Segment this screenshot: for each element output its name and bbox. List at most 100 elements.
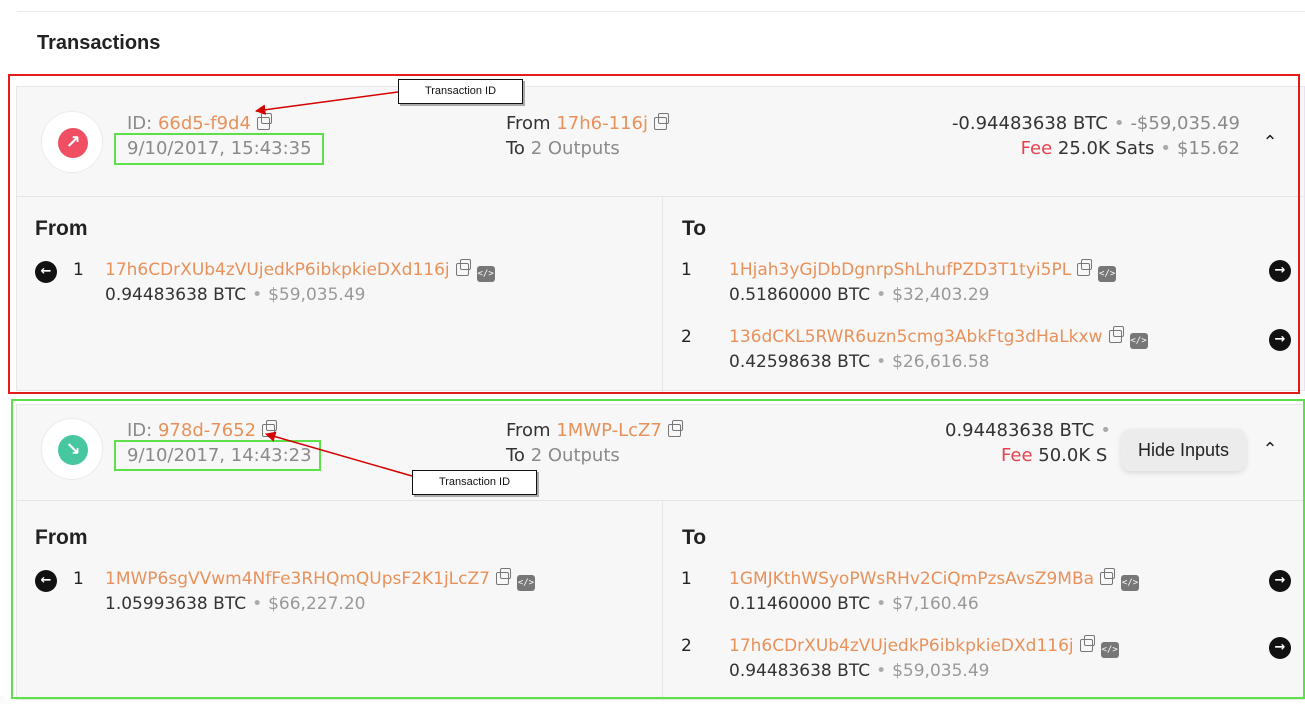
transaction-card: ↗ ID: 66d5-f9d4 9/10/2017, 15:43:35 From… <box>16 86 1305 392</box>
transaction-id-callout: Transaction ID <box>398 79 523 104</box>
input-address-link[interactable]: 1MWP6sgVVwm4NfFe3RHQmQUpsF2K1jLcZ7 <box>105 569 490 589</box>
output-amount: 0.94483638 BTC • $59,035.49 <box>729 661 990 681</box>
copy-icon[interactable] <box>455 259 471 276</box>
outputs-title: To <box>682 217 707 240</box>
transaction-id-row: ID: 66d5-f9d4 <box>127 113 272 135</box>
code-icon[interactable]: </> <box>1100 642 1119 658</box>
transaction-datetime: 9/10/2017, 15:43:35 <box>127 138 312 159</box>
output-amount: 0.11460000 BTC • $7,160.46 <box>729 594 979 614</box>
amount-row: -0.94483638 BTC • -$59,035.49 <box>951 113 1240 134</box>
outputs-count: 2 Outputs <box>530 445 620 466</box>
output-index: 2 <box>681 327 692 347</box>
copy-icon[interactable] <box>667 420 683 437</box>
amount-btc: 0.94483638 BTC <box>945 420 1095 441</box>
amount-usd: -$59,035.49 <box>1130 113 1240 134</box>
code-icon[interactable]: </> <box>476 266 495 282</box>
output-address-link[interactable]: 136dCKL5RWR6uzn5cmg3AbkFtg3dHaLkxw <box>729 327 1103 347</box>
column-divider <box>662 501 663 701</box>
code-icon[interactable]: </> <box>1098 266 1117 282</box>
hide-inputs-tooltip: Hide Inputs <box>1121 429 1246 471</box>
arrow-left-circle-icon[interactable]: ← <box>35 261 57 283</box>
amount-btc: -0.94483638 BTC <box>951 113 1108 134</box>
fee-row: Fee 25.0K Sats • $15.62 <box>1020 138 1240 159</box>
output-address-link[interactable]: 1GMJKthWSyoPWsRHv2CiQmPzsAvsZ9MBa <box>729 569 1094 589</box>
output-btc: 0.51860000 BTC <box>729 285 871 305</box>
input-usd: $66,227.20 <box>268 594 366 614</box>
copy-icon[interactable] <box>1079 635 1095 652</box>
copy-icon[interactable] <box>653 113 669 130</box>
copy-icon[interactable] <box>1100 568 1116 585</box>
inputs-title: From <box>35 217 88 240</box>
copy-icon[interactable] <box>495 568 511 585</box>
transaction-header[interactable]: ↗ ID: 66d5-f9d4 9/10/2017, 15:43:35 From… <box>17 87 1304 197</box>
input-address-link[interactable]: 17h6CDrXUb4zVUjedkP6ibkpkieDXd116j <box>105 260 450 280</box>
copy-icon[interactable] <box>1108 326 1124 343</box>
outputs-count: 2 Outputs <box>530 138 620 159</box>
input-index: 1 <box>73 260 84 280</box>
copy-icon[interactable] <box>256 113 272 130</box>
input-index: 1 <box>73 569 84 589</box>
from-label: From <box>506 420 551 441</box>
input-usd: $59,035.49 <box>268 285 366 305</box>
copy-icon[interactable] <box>262 420 278 437</box>
code-icon[interactable]: </> <box>516 575 535 591</box>
amount-row: 0.94483638 BTC • <box>945 420 1111 441</box>
arrow-right-circle-icon[interactable]: → <box>1269 260 1291 282</box>
id-label: ID: <box>127 420 153 441</box>
from-address-short[interactable]: 17h6-116j <box>556 113 648 134</box>
direction-badge: ↗ <box>41 111 103 173</box>
transaction-details: From ← 1 1MWP6sgVVwm4NfFe3RHQmQUpsF2K1jL… <box>17 501 1304 701</box>
input-amount: 1.05993638 BTC • $66,227.20 <box>105 594 366 614</box>
output-address-row: 1GMJKthWSyoPWsRHv2CiQmPzsAvsZ9MBa </> <box>729 568 1140 591</box>
fee-sats: 25.0K Sats <box>1057 138 1155 159</box>
transaction-id-link[interactable]: 978d-7652 <box>158 420 256 441</box>
output-usd: $32,403.29 <box>892 285 990 305</box>
output-address-link[interactable]: 1Hjah3yGjDbDgnrpShLhufPZD3T1tyi5PL <box>729 260 1071 280</box>
transaction-header[interactable]: ↘ ID: 978d-7652 9/10/2017, 14:43:23 From… <box>17 405 1304 501</box>
output-btc: 0.11460000 BTC <box>729 594 871 614</box>
output-usd: $59,035.49 <box>892 661 990 681</box>
output-btc: 0.42598638 BTC <box>729 352 871 372</box>
transaction-id-callout: Transaction ID <box>412 470 537 495</box>
arrow-down-right-icon: ↘ <box>58 435 88 465</box>
chevron-up-icon[interactable]: ⌃ <box>1260 133 1280 153</box>
arrow-right-circle-icon[interactable]: → <box>1269 329 1291 351</box>
fee-usd: $15.62 <box>1177 138 1240 159</box>
fee-label: Fee <box>1020 138 1053 159</box>
copy-icon[interactable] <box>1077 259 1093 276</box>
output-btc: 0.94483638 BTC <box>729 661 871 681</box>
output-amount: 0.42598638 BTC • $26,616.58 <box>729 352 990 372</box>
output-index: 1 <box>681 569 692 589</box>
to-label: To <box>506 138 525 159</box>
fee-row: Fee 50.0K S <box>1001 445 1107 467</box>
fee-label: Fee <box>1001 445 1033 466</box>
input-address-row: 1MWP6sgVVwm4NfFe3RHQmQUpsF2K1jLcZ7 </> <box>105 568 535 591</box>
transaction-card: ↘ ID: 978d-7652 9/10/2017, 14:43:23 From… <box>16 404 1305 701</box>
transaction-id-row: ID: 978d-7652 <box>127 420 278 442</box>
chevron-up-icon[interactable]: ⌃ <box>1260 440 1280 460</box>
top-divider <box>17 0 1305 12</box>
id-label: ID: <box>127 113 153 134</box>
input-btc: 1.05993638 BTC <box>105 594 247 614</box>
arrow-right-circle-icon[interactable]: → <box>1269 637 1291 659</box>
from-address-short[interactable]: 1MWP-LcZ7 <box>556 420 661 441</box>
output-usd: $7,160.46 <box>892 594 979 614</box>
arrow-right-circle-icon[interactable]: → <box>1269 570 1291 592</box>
from-summary: From 1MWP-LcZ7 <box>506 420 683 442</box>
input-amount: 0.94483638 BTC • $59,035.49 <box>105 285 366 305</box>
from-summary: From 17h6-116j <box>506 113 669 135</box>
transaction-datetime: 9/10/2017, 14:43:23 <box>127 445 312 466</box>
code-icon[interactable]: </> <box>1129 333 1148 349</box>
transaction-details: From ← 1 17h6CDrXUb4zVUjedkP6ibkpkieDXd1… <box>17 197 1304 392</box>
arrow-left-circle-icon[interactable]: ← <box>35 570 57 592</box>
output-index: 2 <box>681 636 692 656</box>
outputs-title: To <box>682 526 707 549</box>
to-summary: To 2 Outputs <box>506 138 620 160</box>
code-icon[interactable]: </> <box>1121 575 1140 591</box>
to-label: To <box>506 445 525 466</box>
output-address-link[interactable]: 17h6CDrXUb4zVUjedkP6ibkpkieDXd116j <box>729 636 1074 656</box>
transaction-id-link[interactable]: 66d5-f9d4 <box>158 113 251 134</box>
direction-badge: ↘ <box>41 418 103 480</box>
output-address-row: 136dCKL5RWR6uzn5cmg3AbkFtg3dHaLkxw </> <box>729 326 1148 349</box>
output-address-row: 1Hjah3yGjDbDgnrpShLhufPZD3T1tyi5PL </> <box>729 259 1117 282</box>
